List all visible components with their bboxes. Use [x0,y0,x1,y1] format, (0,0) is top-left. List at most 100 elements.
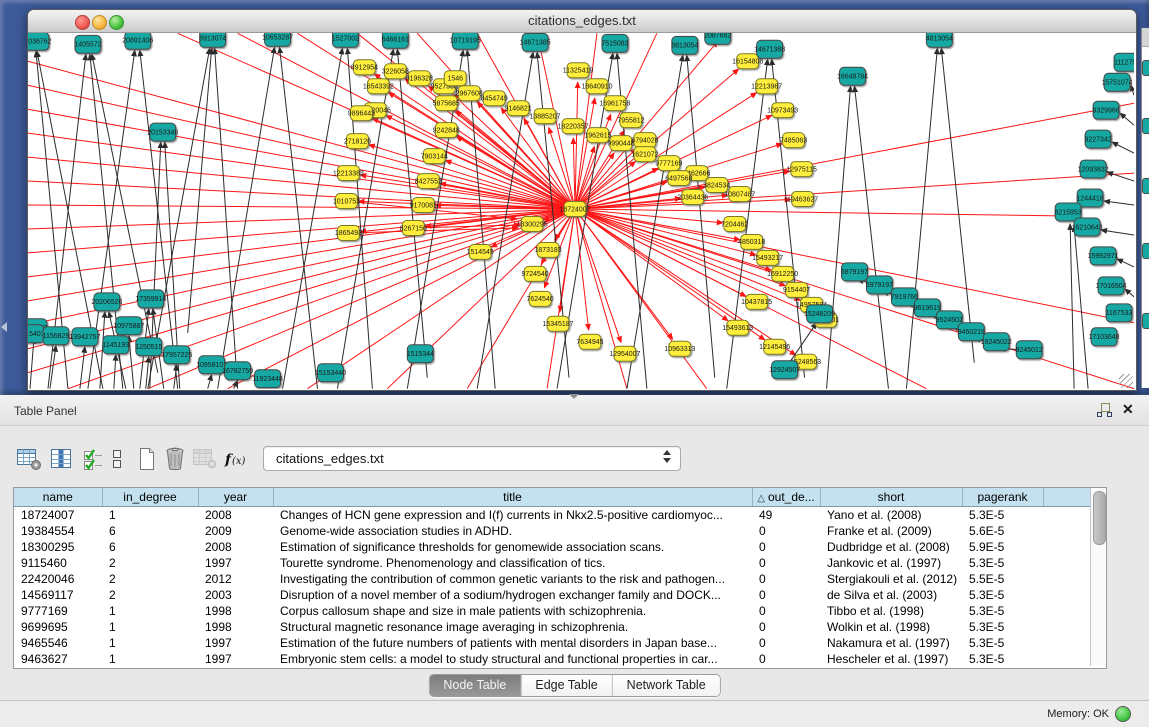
column-header-out_de[interactable]: △out_de... [752,488,820,507]
graph-node[interactable]: 12975115 [786,162,817,177]
graph-node[interactable]: 20364436 [677,190,708,205]
network-window[interactable]: citations_edges.txt 89129543226058165433… [27,9,1137,391]
table-row[interactable]: 1830029562008Estimation of significance … [14,539,1090,555]
graph-node[interactable]: 20153346 [147,123,178,141]
graph-node[interactable]: 12093832 [1078,160,1109,178]
delete-table-icon[interactable] [192,443,218,475]
graph-node[interactable]: 4850318 [738,234,765,249]
graph-node[interactable]: 10963313 [664,341,695,356]
tab-node-table[interactable]: Node Table [429,675,521,696]
graph-hub-node[interactable]: 18724007 [560,202,591,217]
graph-node[interactable]: 17957225 [161,346,192,364]
table-row[interactable]: 1872400712008Changes of HCN gene express… [14,507,1090,524]
graph-node[interactable]: 15751074 [1102,73,1133,91]
graph-node[interactable]: 15345187 [543,316,574,331]
graph-node[interactable]: 16036762 [28,33,52,50]
graph-node[interactable]: 16912250 [767,266,798,281]
graph-node[interactable]: 1865493 [335,225,362,240]
table-row[interactable]: 969969511998Structural magnetic resonanc… [14,619,1090,635]
graph-node[interactable]: 8912954 [351,60,378,75]
table-vertical-scrollbar[interactable] [1090,488,1106,666]
scrollbar-thumb[interactable] [1093,491,1106,545]
graph-node[interactable]: 18640910 [581,79,612,94]
graph-node[interactable]: 12954007 [609,346,640,361]
graph-node[interactable]: 7515083 [601,34,628,52]
table-row[interactable]: 911546021997Tourette syndrome. Phenomeno… [14,555,1090,571]
column-header-name[interactable]: name [14,488,102,507]
network-canvas[interactable]: 8912954322605816543392819632895275081546… [28,33,1134,389]
graph-node[interactable]: 6497568 [665,171,692,186]
graph-node[interactable]: 9146821 [505,101,532,116]
graph-node[interactable]: 17359914 [135,290,166,308]
graph-node[interactable]: 1514545 [467,244,494,259]
delete-column-icon[interactable] [163,443,187,475]
graph-node[interactable]: 15493613 [722,320,753,335]
close-panel-icon[interactable]: ✕ [1122,401,1134,418]
graph-node[interactable]: 5875685 [433,96,460,111]
graph-node[interactable]: 2718126 [344,134,371,149]
graph-node[interactable]: 17103648 [1089,328,1120,346]
graph-node[interactable]: 1546 [444,71,466,86]
column-visibility-icon[interactable] [49,443,73,475]
graph-node[interactable]: 1167533 [1106,304,1133,322]
graph-node[interactable]: 9245012 [1016,341,1043,359]
column-header-year[interactable]: year [198,488,273,507]
column-header-short[interactable]: short [820,488,962,507]
graph-node[interactable]: 7634945 [576,334,603,349]
table-options-icon[interactable] [16,443,43,475]
graph-node[interactable]: 11325419 [563,63,594,78]
graph-node[interactable]: 1145193 [103,336,130,354]
table-mode-icon[interactable] [110,443,124,475]
graph-node[interactable]: 18300295 [517,216,548,231]
graph-node[interactable]: 6794028 [631,133,658,148]
graph-node[interactable]: 14671388 [754,40,785,58]
graph-node[interactable]: 10973493 [767,103,798,118]
graph-node[interactable]: 1156829 [43,327,70,345]
graph-node[interactable]: 16543392 [363,79,394,94]
graph-node[interactable]: 9724540 [522,266,549,281]
graph-node[interactable]: 11923448 [252,370,283,388]
graph-node[interactable]: 15493217 [752,250,783,265]
splitter-handle-icon[interactable] [569,394,579,399]
column-header-title[interactable]: title [273,488,752,507]
float-panel-icon[interactable] [1097,403,1112,417]
graph-node[interactable]: 13942757 [69,328,100,346]
graph-node[interactable]: 9227342 [1084,130,1111,148]
table-row[interactable]: 946362711997Embryonic stem cells: a mode… [14,651,1090,667]
graph-node[interactable]: 6879197 [841,263,868,281]
graph-node[interactable]: 9329966 [1092,101,1119,119]
graph-node[interactable]: 9170081 [410,198,437,213]
graph-node[interactable]: 3824534 [703,178,730,193]
graph-node[interactable]: 4813054 [926,33,953,47]
graph-node[interactable]: 10653287 [262,33,293,46]
graph-node[interactable]: 2967608 [456,86,483,101]
tab-network-table[interactable]: Network Table [613,675,720,696]
graph-node[interactable]: 10437815 [741,294,772,309]
graph-node[interactable]: 7204462 [721,216,748,231]
graph-node[interactable]: 12145496 [759,339,790,354]
column-header-spacer[interactable] [1043,488,1090,507]
graph-node[interactable]: 10975887 [113,317,144,335]
graph-node[interactable]: 8454749 [481,91,508,106]
graph-node[interactable]: 7955812 [617,113,644,128]
graph-node[interactable]: 12213967 [751,79,782,94]
graph-node[interactable]: 10719195 [450,33,481,49]
graph-node[interactable]: 8913074 [199,33,226,47]
citation-graph[interactable]: 8912954322605816543392819632895275081546… [28,33,1134,389]
graph-node[interactable]: 8813054 [671,36,698,54]
function-builder-icon[interactable]: f(x) [224,443,248,475]
graph-node[interactable]: 1873183 [534,242,561,257]
table-row[interactable]: 2242004622012Investigating the contribut… [14,571,1090,587]
table-row[interactable]: 1456911722003Disruption of a novel membe… [14,587,1090,603]
graph-node[interactable]: 19245022 [981,333,1012,351]
table-row[interactable]: 1938455462009Genome-wide association stu… [14,523,1090,539]
graph-node[interactable]: 7485063 [780,133,807,148]
tab-edge-table[interactable]: Edge Table [521,675,612,696]
graph-node[interactable]: 6466161 [382,33,409,48]
graph-node[interactable]: 19463627 [787,192,818,207]
graph-node[interactable]: 15248209 [804,305,835,323]
table-row[interactable]: 946554611997Estimation of the future num… [14,635,1090,651]
graph-node[interactable]: 1405572 [74,35,101,53]
graph-node[interactable]: 1010753 [333,194,360,209]
graph-node[interactable]: 12924507 [769,361,800,379]
